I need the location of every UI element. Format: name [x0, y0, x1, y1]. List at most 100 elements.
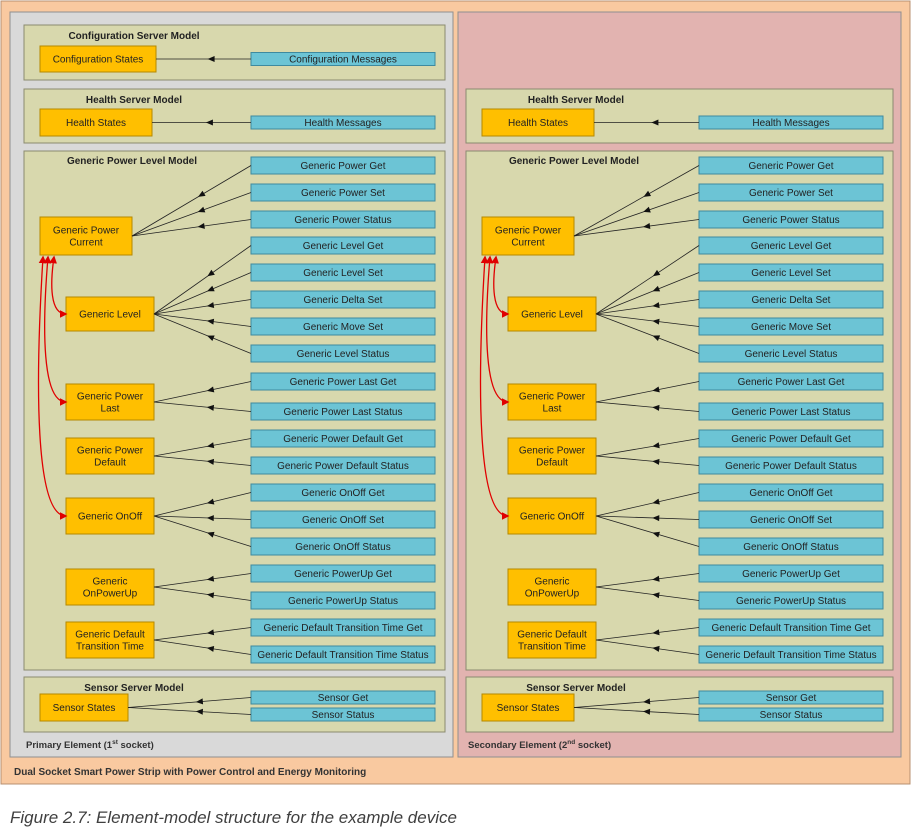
message-label: Health Messages [304, 118, 381, 129]
message-label: Generic OnOff Status [295, 542, 390, 553]
state-label: Generic Power [53, 226, 120, 237]
message-box: Generic Level Status [250, 344, 436, 363]
message-box: Generic OnOff Status [698, 537, 884, 556]
message-box: Generic Power Status [250, 210, 436, 229]
state-configuration-server-model: Configuration States [39, 45, 157, 73]
state-label: Generic Power [77, 392, 144, 403]
message-label: Generic Power Status [294, 215, 391, 226]
model-title: Health Server Model [86, 95, 182, 106]
message-box: Generic Power Default Status [250, 456, 436, 475]
message-label: Generic Power Default Status [277, 461, 409, 472]
message-box: Generic Level Get [698, 236, 884, 255]
message-box: Generic OnOff Status [250, 537, 436, 556]
message-box: Generic Power Last Get [250, 372, 436, 391]
message-box: Generic OnOff Get [250, 483, 436, 502]
model-title: Generic Power Level Model [509, 156, 639, 167]
message-label: Configuration Messages [289, 55, 397, 66]
configuration-server-model: Configuration Server Model Configuration … [23, 24, 446, 81]
message-box: Generic Power Default Status [698, 456, 884, 475]
message-label: Generic Power Set [301, 188, 385, 199]
message-label: Generic OnOff Get [749, 488, 832, 499]
message-box: Generic OnOff Set [698, 510, 884, 529]
state-onpowerup: GenericOnPowerUp [507, 568, 597, 606]
message-box: Generic Power Last Get [698, 372, 884, 391]
message-label: Generic Delta Set [304, 295, 383, 306]
secondary-element: Health Server Model Health States Health M… [457, 11, 902, 758]
message-label: Generic OnOff Set [750, 515, 832, 526]
state-label: Generic Power [495, 226, 562, 237]
message-box: Generic Power Status [698, 210, 884, 229]
model-title: Sensor Server Model [526, 683, 626, 694]
message-label: Generic Delta Set [752, 295, 831, 306]
message-label: Sensor Status [760, 710, 823, 721]
state-label: Generic Power [519, 392, 586, 403]
message-box: Generic Default Transition Time Get [698, 618, 884, 637]
state-power-current: Generic PowerCurrent [481, 216, 575, 256]
health-server-model: Health Server Model Health States Health M… [23, 88, 446, 144]
state-label: Generic [92, 577, 127, 588]
message-label: Generic Default Transition Time Get [264, 623, 423, 634]
state-onpowerup: GenericOnPowerUp [65, 568, 155, 606]
primary-element: Configuration Server Model Configuration … [9, 11, 454, 758]
message-label: Generic Power Last Get [738, 377, 845, 388]
state-label: Transition Time [76, 642, 144, 653]
message-label: Generic Power Get [300, 161, 385, 172]
message-box: Generic Delta Set [698, 290, 884, 309]
state-power-last: Generic PowerLast [507, 383, 597, 421]
message-box: Generic Power Set [698, 183, 884, 202]
generic-power-level-model: Generic Power Level Model Generic PowerCu… [465, 150, 894, 671]
message-box: Generic Power Last Status [250, 402, 436, 421]
message-box: Generic Power Set [250, 183, 436, 202]
message-box: Generic Power Last Status [698, 402, 884, 421]
state-power-default: Generic PowerDefault [65, 437, 155, 475]
message-label: Generic Power Status [742, 215, 839, 226]
sensor-server-model: Sensor Server Model Sensor States Sensor G… [465, 676, 894, 733]
message-box: Generic PowerUp Get [250, 564, 436, 583]
state-label: Default [94, 458, 126, 469]
state-label: Generic [534, 577, 569, 588]
state-health-server-model: Health States [39, 108, 153, 137]
message-label: Generic Power Default Get [731, 434, 851, 445]
state-power-last: Generic PowerLast [65, 383, 155, 421]
state-sensor-server-model: Sensor States [481, 693, 575, 722]
message-label: Generic Power Last Get [290, 377, 397, 388]
state-label: Sensor States [497, 703, 560, 714]
message-box: Generic PowerUp Get [698, 564, 884, 583]
model-title: Sensor Server Model [84, 683, 184, 694]
element-model-diagram: Dual Socket Smart Power Strip with Power… [0, 0, 911, 785]
message-box: Sensor Get [250, 690, 436, 705]
message-box: Generic Default Transition Time Status [250, 645, 436, 664]
message-label: Generic Power Get [748, 161, 833, 172]
message-box: Generic OnOff Set [250, 510, 436, 529]
message-box: Sensor Get [698, 690, 884, 705]
message-label: Generic Power Default Get [283, 434, 403, 445]
state-label: Generic Level [79, 310, 141, 321]
model-title: Generic Power Level Model [67, 156, 197, 167]
message-label: Generic Level Status [745, 349, 838, 360]
message-box: Generic PowerUp Status [698, 591, 884, 610]
state-label: Last [101, 404, 120, 415]
message-label: Generic Move Set [303, 322, 383, 333]
state-label: Generic Power [77, 446, 144, 457]
message-box: Generic Move Set [698, 317, 884, 336]
message-box: Configuration Messages [250, 52, 436, 66]
message-label: Generic Default Transition Time Status [705, 650, 876, 661]
message-label: Generic Power Last Status [284, 407, 403, 418]
state-label: Last [543, 404, 562, 415]
state-label: Generic OnOff [78, 512, 143, 523]
message-box: Health Messages [250, 115, 436, 130]
state-label: Current [69, 238, 103, 249]
state-onoff: Generic OnOff [65, 497, 155, 535]
message-box: Generic Power Default Get [250, 429, 436, 448]
message-box: Generic Move Set [250, 317, 436, 336]
message-label: Generic PowerUp Status [288, 596, 398, 607]
state-label: Generic Power [519, 446, 586, 457]
message-box: Generic Power Get [250, 156, 436, 175]
state-label: Generic Level [521, 310, 583, 321]
message-label: Generic PowerUp Status [736, 596, 846, 607]
state-label: Generic Default [75, 630, 145, 641]
message-box: Generic Level Set [698, 263, 884, 282]
message-box: Generic Power Get [698, 156, 884, 175]
message-label: Generic OnOff Set [302, 515, 384, 526]
element-label: Secondary Element (2nd socket) [468, 739, 611, 751]
